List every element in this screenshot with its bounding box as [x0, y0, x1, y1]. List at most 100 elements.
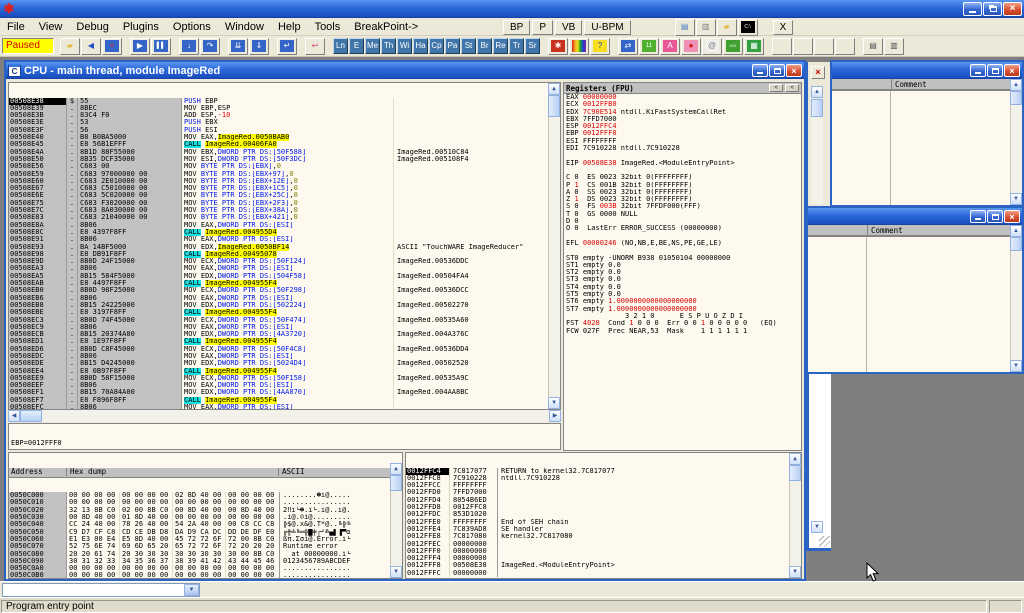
dump-row[interactable]: 0050C0A000 00 00 0000 00 00 0000 00 00 0… [9, 565, 402, 572]
register-line[interactable]: ST7 empty 1.0000000000000000000 [564, 306, 801, 313]
animate-into-icon[interactable]: ⇊ [228, 38, 248, 55]
blank-button[interactable] [772, 38, 792, 55]
stack-row[interactable]: 0012FFD48054B6ED [406, 497, 801, 504]
stack-row[interactable]: 0012FFC87C910228ntdll.7C910228 [406, 475, 801, 482]
stack-row[interactable]: 0012FFFC00000000 [406, 570, 801, 577]
animate-over-icon[interactable]: ⇓ [249, 38, 269, 55]
register-line[interactable]: D 0 [564, 218, 801, 225]
blank-button[interactable] [793, 38, 813, 55]
register-line[interactable] [564, 152, 801, 159]
dump-row[interactable]: 0050C0B000 00 00 0000 00 00 0000 00 00 0… [9, 572, 402, 579]
disasm-row[interactable]: 00508EF7.E8 F896F8FFCALL ImageRed.004955… [9, 397, 560, 404]
panel-button-br[interactable]: Br [477, 38, 492, 54]
disasm-row[interactable]: 00508EA5.8B15 584F5000MOV EDX,DWORD PTR … [9, 273, 560, 280]
stack-vscrollbar[interactable]: ▲ ▼ [789, 453, 801, 578]
disasm-row[interactable]: 00508E67.C683 C5010000 00MOV BYTE PTR DS… [9, 185, 560, 192]
stack-row[interactable]: 0012FFD80012FFC8 [406, 504, 801, 511]
dump-row[interactable]: 0050C02032 13 8B C002 00 8B C000 8D 40 0… [9, 507, 402, 514]
dump-row[interactable]: 0050C08020 20 61 7420 30 30 3030 30 30 3… [9, 551, 402, 558]
win-maximize-button[interactable] [987, 210, 1003, 223]
disasm-row[interactable]: 00508E3B.83C4 F0ADD ESP,-10 [9, 112, 560, 119]
memory-dump-pane[interactable]: Address Hex dump ASCII 0050C00000 00 00 … [8, 452, 403, 579]
stack-row[interactable]: 0012FFE47C839AD8SE handler [406, 526, 801, 533]
scroll-up-icon[interactable]: ▲ [1010, 225, 1022, 237]
dump-row[interactable]: 0050C07052 75 6E 7469 6D 65 2065 72 72 6… [9, 543, 402, 550]
stack-row[interactable]: 0012FFD07FFD7000 [406, 489, 801, 496]
register-line[interactable]: FCW 027F Prec NEAR,53 Mask 1 1 1 1 1 1 [564, 328, 801, 335]
panel-button-e[interactable]: E [349, 38, 364, 54]
plugin-button-bp[interactable]: BP [503, 20, 530, 35]
cpu-close-button[interactable]: × [786, 64, 802, 77]
win-minimize-button[interactable] [970, 64, 986, 77]
close-program-icon[interactable]: × [102, 38, 122, 55]
scroll-down-icon[interactable]: ▼ [548, 397, 560, 409]
disassembly-hscrollbar[interactable]: ◀ ▶ [8, 410, 561, 422]
dump-row[interactable]: 0050C050C9 D7 CF C8CD CE DB D8DA D9 CA D… [9, 529, 402, 536]
scroll-thumb[interactable] [811, 99, 823, 117]
register-line[interactable]: ST2 empty 0.0 [564, 269, 801, 276]
register-line[interactable]: EIP 00508E38 ImageRed.<ModuleEntryPoint> [564, 160, 801, 167]
comment-list-empty[interactable] [808, 236, 1010, 372]
disasm-row[interactable]: 00508E56.C603 00MOV BYTE PTR DS:[EBX],0 [9, 163, 560, 170]
scroll-down-icon[interactable]: ▼ [1010, 360, 1022, 372]
disasm-row[interactable]: 00508EE9.8B0D 58F15000MOV ECX,DWORD PTR … [9, 375, 560, 382]
disasm-row[interactable]: 00508EEF.8B06MOV EAX,DWORD PTR DS:[ESI] [9, 382, 560, 389]
win-close-button[interactable]: × [1004, 64, 1020, 77]
plugin-button-vb[interactable]: VB [555, 20, 582, 35]
stack-row[interactable]: 0012FFDC853D1020 [406, 511, 801, 518]
disasm-row[interactable]: 00508EDE.8B15 D4245000MOV EDX,DWORD PTR … [9, 360, 560, 367]
disasm-row[interactable]: 00508E75.C683 F3020000 00MOV BYTE PTR DS… [9, 200, 560, 207]
menu-file[interactable]: File [0, 19, 32, 35]
register-line[interactable]: Z 1 DS 0023 32bit 0(FFFFFFFF) [564, 196, 801, 203]
layout-rows-icon[interactable]: ▥ [884, 38, 904, 55]
resize-grip[interactable] [819, 536, 830, 547]
disasm-row[interactable]: 00508E8C.E8 4397F8FFCALL ImageRed.004955… [9, 229, 560, 236]
scroll-up-icon[interactable]: ▲ [390, 463, 402, 475]
register-line[interactable]: O 0 LastErr ERROR_SUCCESS (00000000) [564, 225, 801, 232]
menu-options[interactable]: Options [166, 19, 218, 35]
scroll-up-icon[interactable]: ▲ [811, 86, 823, 98]
minimize-button[interactable] [963, 2, 982, 16]
command-combobox[interactable]: ▼ [2, 583, 200, 597]
register-line[interactable]: ST0 empty -UNORM B938 01050104 00000000 [564, 255, 801, 262]
register-line[interactable]: EBX 7FFD7000 [564, 116, 801, 123]
sync-icon[interactable]: ⇄ [618, 38, 638, 55]
register-line[interactable]: FST 4020 Cond 1 0 0 0 Err 0 0 1 0 0 0 0 … [564, 320, 801, 327]
stack-row[interactable]: 0012FFF400000000 [406, 555, 801, 562]
register-line[interactable]: S 0 FS 003B 32bit 7FFDF000(FFF) [564, 203, 801, 210]
open-folder-icon[interactable]: ▰ [717, 19, 737, 36]
register-line[interactable]: C 0 ES 0023 32bit 0(FFFFFFFF) [564, 174, 801, 181]
disassembly-pane[interactable]: 00508E38$55PUSH EBP00508E39.8BECMOV EBP,… [8, 82, 561, 410]
disasm-row[interactable]: 00508EB0.8B0D 98F25000MOV ECX,DWORD PTR … [9, 287, 560, 294]
disasm-row[interactable]: 00508EC9.8B06MOV EAX,DWORD PTR DS:[ESI] [9, 324, 560, 331]
disasm-row[interactable]: 00508EE4.E8 0B97F8FFCALL ImageRed.004955… [9, 368, 560, 375]
disasm-row[interactable]: 00508E9D.8B0D 24F15000MOV ECX,DWORD PTR … [9, 258, 560, 265]
register-line[interactable]: EDX 7C90E514 ntdll.KiFastSystemCallRet [564, 109, 801, 116]
panel-button-st[interactable]: St [461, 38, 476, 54]
hide-debugger-icon[interactable]: 11 [639, 38, 659, 55]
register-line[interactable]: A 0 SS 0023 32bit 0(FFFFFFFF) [564, 189, 801, 196]
close-button[interactable]: × [1003, 2, 1022, 16]
scroll-down-icon[interactable]: ▼ [789, 566, 801, 578]
dump-row[interactable]: 0050C03000 8D 40 0001 8D 40 0000 00 00 0… [9, 514, 402, 521]
scroll-down-icon[interactable]: ▼ [390, 566, 402, 578]
disasm-row[interactable]: 00508E3F.56PUSH ESI [9, 127, 560, 134]
cpu-minimize-button[interactable] [752, 64, 768, 77]
disasm-row[interactable]: 00508E39.8BECMOV EBP,ESP [9, 105, 560, 112]
disasm-row[interactable]: 00508E4A.8B1D 88F55000MOV EBX,DWORD PTR … [9, 149, 560, 156]
panel-button-ln[interactable]: Ln [333, 38, 348, 54]
disasm-row[interactable]: 00508EF1.8B15 70A84A00MOV EDX,DWORD PTR … [9, 389, 560, 396]
disasm-row[interactable]: 00508EC3.8B0D 74F45000MOV ECX,DWORD PTR … [9, 317, 560, 324]
scroll-thumb[interactable] [390, 475, 402, 491]
step-over-icon[interactable]: ↷ [200, 38, 220, 55]
scroll-thumb[interactable] [1010, 237, 1022, 251]
disasm-row[interactable]: 00508E40.B8 B0BA5000MOV EAX,ImageRed.005… [9, 134, 560, 141]
stack-pane[interactable]: 0012FFC47C817077RETURN to kernel32.7C817… [405, 452, 802, 579]
go-back-icon[interactable]: ◀ [81, 38, 101, 55]
win-maximize-button[interactable] [987, 64, 1003, 77]
disasm-row[interactable]: 00508E83.C683 21040000 00MOV BYTE PTR DS… [9, 214, 560, 221]
disasm-row[interactable]: 00508EB8.8B15 24225000MOV EDX,DWORD PTR … [9, 302, 560, 309]
panel-button-th[interactable]: Th [381, 38, 396, 54]
plugin-close-button[interactable]: X [773, 20, 794, 35]
cpu-window-title-bar[interactable]: C CPU - main thread, module ImageRed × [6, 62, 804, 79]
